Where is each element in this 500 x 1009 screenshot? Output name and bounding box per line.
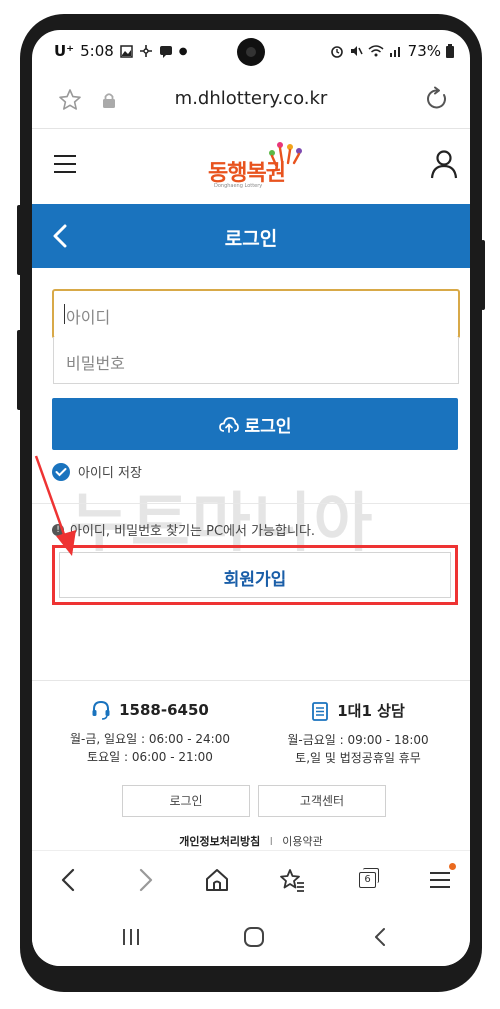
browser-url-bar: m.dhlottery.co.kr [32,74,470,129]
login-button[interactable]: 로그인 [52,398,458,450]
system-home-icon[interactable] [243,926,265,948]
browser-menu-line-1 [430,872,450,874]
privacy-policy-link[interactable]: 개인정보처리방침 [179,835,260,848]
pinwheel-icon [139,45,152,57]
url-text[interactable]: m.dhlottery.co.kr [32,88,470,109]
logo-subtext: Donghaeng Lottery [214,183,263,189]
join-highlight-box: 회원가입 [52,545,458,605]
browser-forward-icon[interactable] [132,867,158,893]
links-separator: l [269,835,273,848]
page-title: 로그인 [224,228,278,250]
phone-hours-2: 토요일 : 06:00 - 21:00 [87,750,213,764]
alarm-icon [330,46,343,58]
title-bar: 로그인 [32,204,470,268]
gallery-icon [120,44,133,58]
footer-phone-block: 1588-6450 월-금, 일요일 : 06:00 - 24:00 토요일 :… [50,700,250,766]
browser-menu-icon[interactable] [428,863,456,893]
consult-hours-1: 월-금요일 : 09:00 - 18:00 [287,733,429,747]
phone-screen: U⁺ 5:08 ● 73% m.dhlottery.co.kr 동행복권 Don… [32,30,470,966]
join-button-label: 회원가입 [223,570,287,590]
site-header: 동행복권 Donghaeng Lottery [32,129,470,204]
battery-icon [446,44,454,58]
phone-hours-1: 월-금, 일요일 : 06:00 - 24:00 [70,732,230,746]
footer-divider [32,680,470,681]
wifi-icon [368,45,384,57]
tabs-icon[interactable]: 6 [354,867,380,893]
dot-icon: ● [178,45,188,57]
phone-number[interactable]: 1588-6450 [119,701,209,719]
mute-icon [350,46,363,56]
system-back-icon[interactable] [370,926,392,948]
headset-icon [92,700,110,720]
browser-menu-line-3 [430,886,450,888]
carrier-label: U⁺ [54,42,75,60]
user-icon[interactable] [430,149,458,179]
login-button-content: 로그인 [52,412,458,437]
clock: 5:08 [80,42,114,60]
consult-title: 1대1 상담 [337,702,405,720]
password-placeholder: 비밀번호 [66,354,125,373]
terms-link[interactable]: 이용약관 [282,835,322,848]
footer-customer-center-button[interactable]: 고객센터 [258,785,386,817]
divider [32,503,470,504]
reload-icon[interactable] [424,86,450,112]
status-left: U⁺ 5:08 ● [54,42,188,60]
red-arrow-annotation [34,455,76,556]
footer-consult-block: 1대1 상담 월-금요일 : 09:00 - 18:00 토,일 및 법정공휴일… [258,700,458,767]
status-bar: U⁺ 5:08 ● 73% [32,30,470,74]
password-input[interactable]: 비밀번호 [53,337,459,384]
menu-icon[interactable] [54,155,76,173]
browser-home-icon[interactable] [204,867,230,893]
id-input[interactable]: 아이디 [52,289,460,339]
consult-hours-2: 토,일 및 법정공휴일 휴무 [295,751,421,765]
system-navigation-bar [32,910,470,966]
clipboard-icon [312,701,329,721]
id-placeholder: 아이디 [66,308,111,327]
footer-login-button[interactable]: 로그인 [122,785,250,817]
join-button[interactable]: 회원가입 [59,552,451,598]
footer-links: 개인정보처리방침 l 이용약관 [32,833,470,849]
chat-icon [159,46,172,58]
status-right: 73% [330,42,454,60]
front-camera [237,38,265,66]
cloud-upload-icon [218,416,239,433]
notification-dot [449,863,456,870]
browser-back-icon[interactable] [56,867,82,893]
footer-consult-head[interactable]: 1대1 상담 [258,700,458,721]
footer-phone-head: 1588-6450 [50,700,250,720]
signal-icon [389,47,400,57]
site-logo[interactable]: 동행복권 Donghaeng Lottery [208,142,304,189]
browser-menu-line-2 [430,879,450,881]
bookmarks-icon[interactable] [279,867,305,893]
recent-apps-icon[interactable] [120,926,142,948]
login-button-label: 로그인 [244,417,292,437]
battery-percent: 73% [407,42,441,60]
text-cursor [64,304,65,324]
info-text: 아이디, 비밀번호 찾기는 PC에서 가능합니다. [70,524,316,539]
tabs-back-frame [363,868,379,883]
browser-toolbar: 6 [32,850,470,907]
